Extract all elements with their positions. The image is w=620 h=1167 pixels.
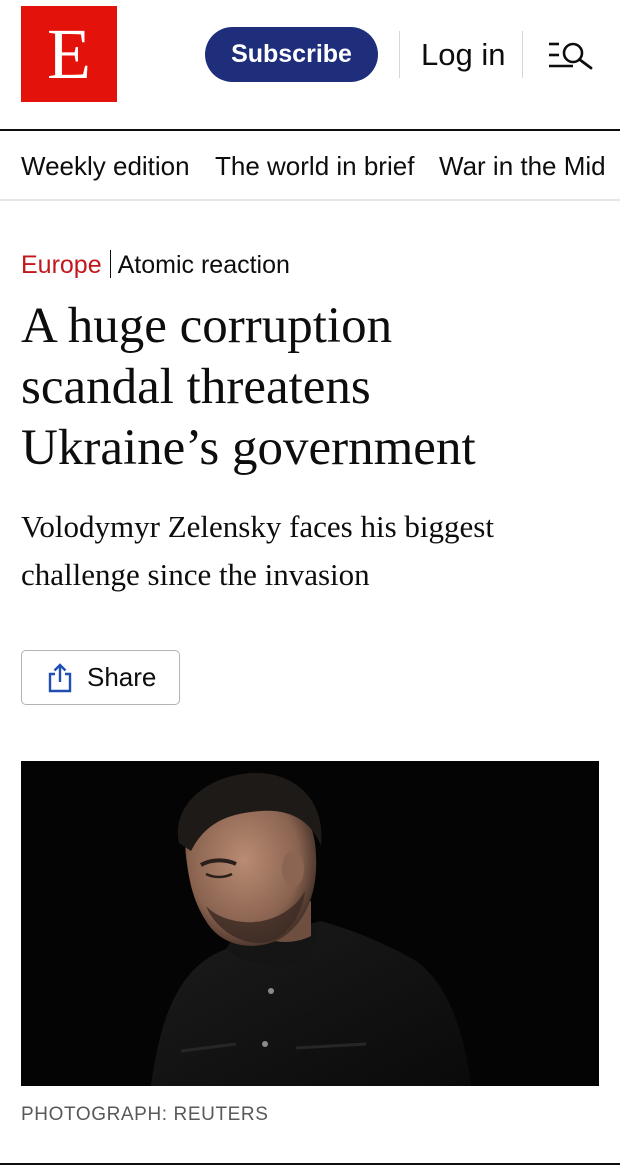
bottom-divider (0, 1163, 620, 1165)
menu-search-icon[interactable] (547, 40, 595, 70)
subhead-line: challenge since the invasion (21, 557, 370, 592)
headline-line: A huge corruption (21, 298, 393, 354)
subhead-line: Volodymyr Zelensky faces his biggest (21, 509, 494, 544)
subscribe-button[interactable]: Subscribe (205, 27, 378, 82)
header-divider (399, 31, 400, 78)
share-button[interactable]: Share (21, 650, 180, 705)
rubric-divider (109, 250, 111, 278)
headline-line: Ukraine’s government (21, 420, 476, 476)
economist-logo[interactable]: E (21, 6, 117, 102)
nav-item-world-in-brief[interactable]: The world in brief (215, 149, 414, 183)
rubric-label: Atomic reaction (117, 251, 290, 279)
login-link[interactable]: Log in (421, 34, 505, 76)
article-rubric: Europe Atomic reaction (21, 249, 290, 281)
headline-line: scandal threatens (21, 359, 371, 415)
header-divider (522, 31, 523, 78)
article-headline: A huge corruption scandal threatens Ukra… (21, 296, 611, 479)
section-link-europe[interactable]: Europe (21, 251, 102, 279)
portrait-illustration (21, 761, 599, 1086)
nav-item-weekly-edition[interactable]: Weekly edition (21, 149, 190, 183)
article-photo (21, 761, 599, 1086)
share-label: Share (87, 662, 157, 692)
article-subheadline: Volodymyr Zelensky faces his biggest cha… (21, 503, 606, 599)
share-icon (48, 662, 72, 692)
site-header: E Subscribe Log in (0, 0, 620, 131)
photo-caption: PHOTOGRAPH: REUTERS (21, 1104, 269, 1125)
nav-item-war-in-the-middle-east[interactable]: War in the Mid (439, 149, 606, 183)
top-navigation: Weekly edition The world in brief War in… (0, 131, 620, 201)
